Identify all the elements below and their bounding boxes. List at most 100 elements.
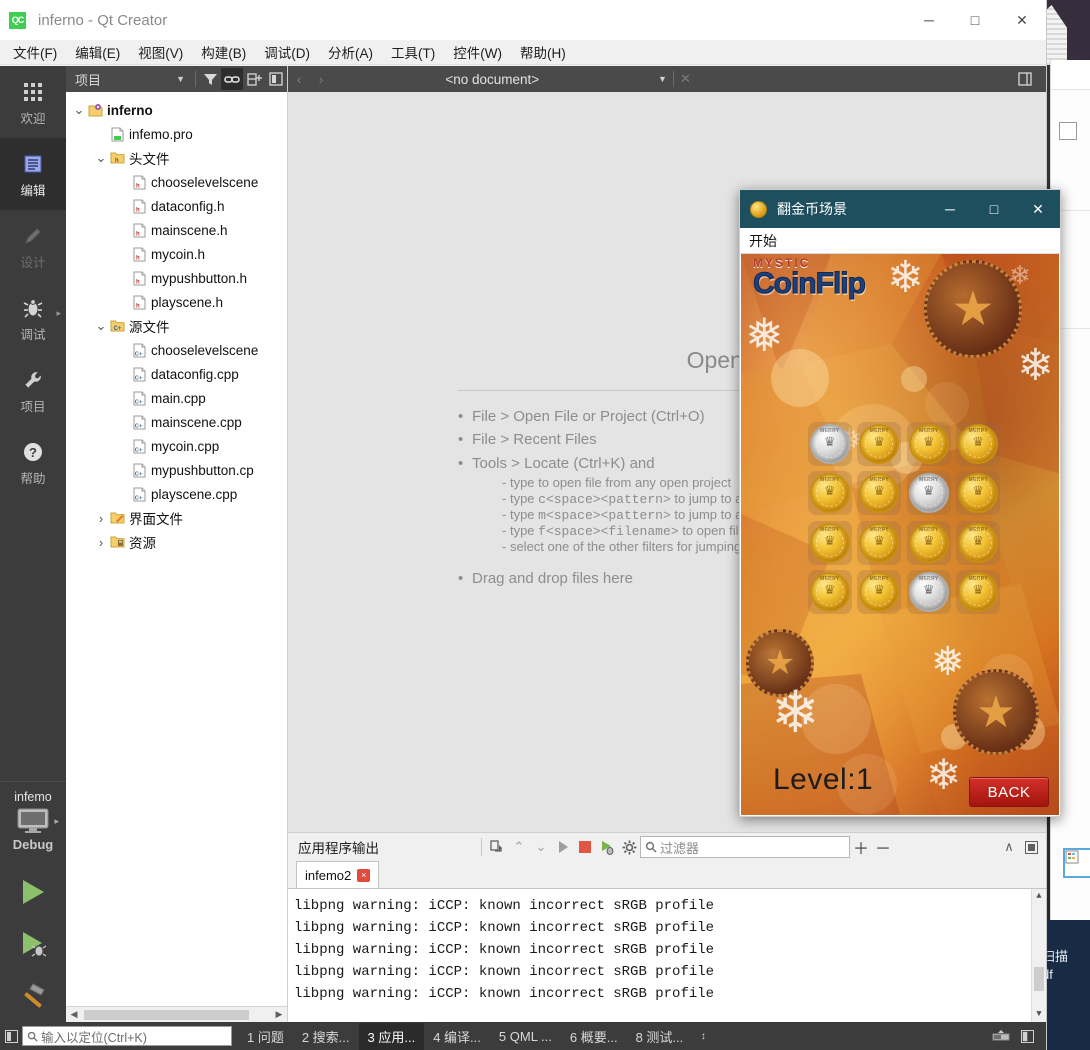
chevron-down-icon[interactable]: ▼ <box>176 74 192 84</box>
minimize-output-button[interactable]: ∧ <box>998 836 1020 858</box>
tree-item[interactable]: ⌄ inferno <box>66 98 287 122</box>
coin-cell[interactable]: MERRY ♛ <box>904 518 954 568</box>
coin-cell[interactable]: MERRY ♛ <box>904 419 954 469</box>
close-button[interactable]: ✕ <box>998 0 1046 40</box>
coin-cell[interactable]: MERRY ♛ <box>805 568 855 618</box>
statusbar-item-appoutput[interactable]: 3 应用... <box>358 1022 425 1050</box>
maximize-output-button[interactable] <box>1020 836 1042 858</box>
coin-cell[interactable]: MERRY ♛ <box>954 469 1004 519</box>
kit-selector[interactable]: infemo ▸ Debug <box>0 781 66 852</box>
zoom-in-button[interactable]: ＋ <box>850 835 872 859</box>
split-add-icon[interactable] <box>243 68 265 90</box>
menu-help[interactable]: 帮助(H) <box>511 39 575 65</box>
sidebar-item-projects[interactable]: 项目 <box>0 354 66 426</box>
tree-item[interactable]: C+ playscene.cpp <box>66 482 287 506</box>
close-document-icon[interactable]: ✕ <box>674 71 698 87</box>
chevron-right-icon[interactable]: › <box>94 535 108 550</box>
filter-icon[interactable] <box>199 68 221 90</box>
menu-file[interactable]: 文件(F) <box>4 39 66 65</box>
tree-item[interactable]: C+ mainscene.cpp <box>66 410 287 434</box>
sidebar-item-edit[interactable]: 编辑 <box>0 138 66 210</box>
menu-widgets[interactable]: 控件(W) <box>444 39 511 65</box>
run-debug-icon[interactable] <box>596 836 618 858</box>
scroll-up-arrow[interactable]: ▲ <box>1032 889 1046 904</box>
run-icon[interactable] <box>552 836 574 858</box>
gold-coin-icon[interactable]: MERRY ♛ <box>908 522 949 563</box>
tree-item[interactable]: h chooselevelscene <box>66 170 287 194</box>
split-editor-icon[interactable] <box>1018 72 1046 86</box>
coin-cell[interactable]: MERRY ♛ <box>954 518 1004 568</box>
tree-item[interactable]: h dataconfig.h <box>66 194 287 218</box>
stop-icon[interactable] <box>574 836 596 858</box>
scroll-thumb[interactable] <box>84 1010 249 1020</box>
minimize-button[interactable]: ─ <box>906 0 952 40</box>
coin-cell[interactable]: MERRY ♛ <box>855 419 905 469</box>
scroll-thumb[interactable] <box>1034 967 1044 991</box>
game-minimize-button[interactable]: ─ <box>928 190 972 228</box>
statusbar-item-qml[interactable]: 5 QML ... <box>490 1025 561 1048</box>
coin-cell[interactable]: MERRY ♛ <box>805 469 855 519</box>
sidebar-item-help[interactable]: ? 帮助 <box>0 426 66 498</box>
menu-analyze[interactable]: 分析(A) <box>319 39 382 65</box>
scroll-right-arrow[interactable]: ▶ <box>271 1009 287 1020</box>
coin-cell[interactable]: MERRY ♛ <box>805 518 855 568</box>
sidebar-item-debug[interactable]: ▸ 调试 <box>0 282 66 354</box>
chevron-down-icon[interactable]: ⌄ <box>94 319 108 332</box>
console-scrollbar[interactable]: ▲ ▼ <box>1031 889 1046 1022</box>
tree-item[interactable]: h mycoin.h <box>66 242 287 266</box>
tree-item[interactable]: ⌄ h 头文件 <box>66 146 287 170</box>
coin-cell[interactable]: MERRY ♛ <box>805 419 855 469</box>
progress-icon[interactable] <box>988 1022 1014 1050</box>
menu-debug[interactable]: 调试(D) <box>255 39 319 65</box>
chevron-left-icon[interactable]: ‹ <box>288 71 310 87</box>
gold-coin-icon[interactable]: MERRY ♛ <box>958 572 999 613</box>
tree-item[interactable]: h playscene.h <box>66 290 287 314</box>
gold-coin-icon[interactable]: MERRY ♛ <box>809 572 850 613</box>
gold-coin-icon[interactable]: MERRY ♛ <box>809 473 850 514</box>
coin-cell[interactable]: MERRY ♛ <box>855 568 905 618</box>
tree-item[interactable]: C+ main.cpp <box>66 386 287 410</box>
build-button[interactable] <box>0 970 66 1022</box>
coin-cell[interactable]: MERRY ♛ <box>904 568 954 618</box>
tree-item[interactable]: C+ mycoin.cpp <box>66 434 287 458</box>
debug-button[interactable] <box>0 918 66 970</box>
maximize-button[interactable]: □ <box>952 0 998 40</box>
gold-coin-icon[interactable]: MERRY ♛ <box>958 423 999 464</box>
game-canvas[interactable]: ★ ★ ★ ❄ ❅ ❄ ❄ ❅ ❄ ❅ ❄ MYSTIC CoinFlip ME… <box>741 254 1059 815</box>
coin-grid[interactable]: MERRY ♛ MERRY ♛ MERRY ♛ MERRY ♛ MERRY ♛ MERRY ♛ MERR… <box>805 419 1003 617</box>
gold-coin-icon[interactable]: MERRY ♛ <box>859 522 900 563</box>
menu-view[interactable]: 视图(V) <box>129 39 192 65</box>
attach-icon[interactable] <box>486 836 508 858</box>
next-item-icon[interactable]: ⌄ <box>530 836 552 858</box>
prev-item-icon[interactable]: ⌃ <box>508 836 530 858</box>
tree-item[interactable]: › 界面文件 <box>66 506 287 530</box>
tree-item[interactable]: infemo.pro <box>66 122 287 146</box>
tab-infemo2[interactable]: infemo2 × <box>296 861 380 888</box>
output-toggle-icon[interactable] <box>1014 1022 1040 1050</box>
tree-item[interactable]: C+ mypushbutton.cp <box>66 458 287 482</box>
zoom-out-button[interactable]: － <box>872 835 894 859</box>
scroll-left-arrow[interactable]: ◀ <box>66 1009 82 1020</box>
statusbar-item-search[interactable]: 2 搜索... <box>293 1023 359 1050</box>
game-maximize-button[interactable]: □ <box>972 190 1016 228</box>
back-button[interactable]: BACK <box>969 777 1049 807</box>
coin-cell[interactable]: MERRY ♛ <box>904 469 954 519</box>
gold-coin-icon[interactable]: MERRY ♛ <box>958 473 999 514</box>
chevron-down-icon[interactable]: ▼ <box>653 74 673 84</box>
statusbar-item-tests[interactable]: 8 测试... <box>627 1023 693 1050</box>
sidebar-item-welcome[interactable]: 欢迎 <box>0 66 66 138</box>
tree-item[interactable]: ⌄ C+ 源文件 <box>66 314 287 338</box>
output-console[interactable]: libpng warning: iCCP: known incorrect sR… <box>288 889 1046 1022</box>
gold-coin-icon[interactable]: MERRY ♛ <box>859 572 900 613</box>
project-view-combo[interactable]: 项目 <box>75 70 176 89</box>
coin-cell[interactable]: MERRY ♛ <box>855 469 905 519</box>
filter-input[interactable]: 过滤器 <box>640 836 850 858</box>
project-tree[interactable]: ⌄ inferno infemo.pro ⌄ h 头文件 h chooselevelscene… <box>66 92 287 1006</box>
tree-item[interactable]: C+ chooselevelscene <box>66 338 287 362</box>
link-icon[interactable] <box>221 68 243 90</box>
chevron-down-icon[interactable]: ⌄ <box>72 103 86 116</box>
tree-item[interactable]: h mainscene.h <box>66 218 287 242</box>
scroll-down-arrow[interactable]: ▼ <box>1032 1007 1046 1022</box>
menu-edit[interactable]: 编辑(E) <box>66 39 129 65</box>
game-close-button[interactable]: ✕ <box>1016 190 1060 228</box>
